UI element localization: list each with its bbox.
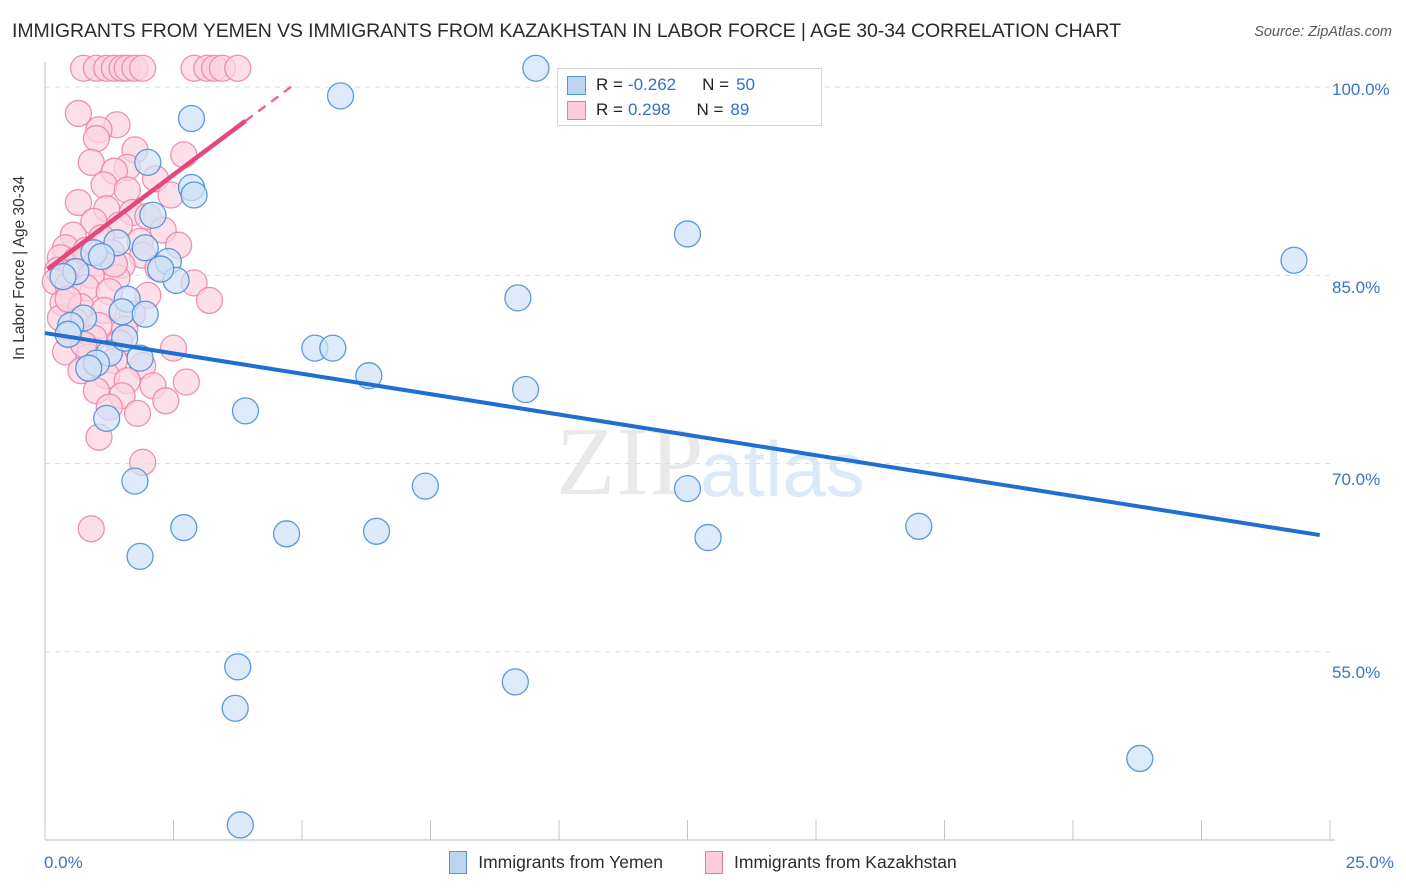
data-point-kazakhstan (159, 334, 188, 362)
trendline-kazakhstan-extension (244, 81, 298, 122)
legend-item-yemen[interactable]: Immigrants from Yemen (449, 851, 663, 874)
data-point-kazakhstan (77, 515, 105, 543)
data-point-yemen (231, 397, 260, 425)
correlation-stats-box: R = -0.262 N = 50 R = 0.298 N = 89 (557, 68, 822, 126)
data-point-yemen (226, 811, 254, 839)
data-point-yemen (326, 82, 355, 110)
data-point-yemen (511, 375, 540, 404)
data-point-yemen (131, 234, 159, 262)
data-point-kazakhstan (172, 368, 201, 396)
data-point-yemen (504, 284, 532, 312)
data-point-yemen (180, 181, 208, 209)
data-point-yemen (673, 474, 702, 503)
n-value-yemen: 50 (736, 75, 755, 94)
data-point-kazakhstan (77, 148, 105, 177)
data-point-yemen (411, 472, 440, 500)
data-point-yemen (272, 520, 301, 548)
series-yemen-points (49, 54, 1308, 839)
r-value-kazakhstan: 0.298 (627, 100, 671, 119)
data-point-kazakhstan (170, 141, 198, 169)
data-point-yemen (362, 517, 391, 545)
y-tick-label-100: 100.0% (1332, 80, 1390, 99)
data-point-yemen (522, 54, 550, 82)
correlation-chart: IMMIGRANTS FROM YEMEN VS IMMIGRANTS FROM… (0, 0, 1406, 892)
plot-area (41, 54, 1335, 841)
n-label-yemen: N = (702, 75, 730, 94)
stats-row-yemen: R = -0.262 N = 50 (567, 73, 755, 97)
data-point-yemen (1280, 246, 1308, 274)
data-point-kazakhstan (82, 124, 111, 153)
data-point-yemen (1126, 744, 1154, 773)
data-point-yemen (221, 694, 249, 722)
data-point-yemen (139, 201, 167, 229)
data-point-kazakhstan (195, 286, 224, 315)
data-point-yemen (126, 542, 154, 571)
legend-label-kazakhstan: Immigrants from Kazakhstan (734, 852, 957, 872)
y-tick-label-85: 85.0% (1332, 278, 1381, 297)
legend-label-yemen: Immigrants from Yemen (478, 852, 664, 872)
data-point-yemen (108, 298, 136, 326)
stats-row-kazakhstan: R = 0.298 N = 89 (567, 98, 749, 122)
data-point-yemen (170, 513, 198, 542)
data-point-kazakhstan (129, 54, 157, 82)
legend-swatch-kazakhstan-icon (705, 851, 724, 874)
data-point-kazakhstan (113, 176, 141, 204)
series-kazakhstan-points (41, 54, 252, 543)
series2-swatch-icon (567, 100, 586, 120)
data-point-yemen (177, 104, 206, 133)
data-point-yemen (75, 354, 103, 382)
trendline-yemen (44, 331, 1321, 538)
data-point-kazakhstan (90, 171, 118, 199)
legend-swatch-yemen-icon (449, 851, 468, 874)
data-point-yemen (694, 523, 722, 552)
r-value-yemen: -0.262 (627, 75, 677, 94)
data-point-kazakhstan (152, 387, 180, 415)
data-point-yemen (93, 404, 121, 433)
data-point-yemen (319, 334, 347, 362)
y-tick-label-55: 55.0% (1332, 663, 1381, 682)
data-point-yemen (131, 300, 159, 328)
data-point-kazakhstan (123, 399, 152, 428)
data-point-yemen (134, 148, 162, 177)
series1-swatch-icon (567, 75, 586, 95)
data-point-yemen (146, 255, 175, 283)
r-label-kazakhstan: R = (596, 100, 623, 119)
data-point-yemen (673, 220, 702, 248)
y-tick-label-70: 70.0% (1332, 470, 1381, 489)
data-point-yemen (501, 668, 529, 696)
data-point-yemen (87, 242, 116, 271)
r-label-yemen: R = (596, 75, 623, 94)
n-value-kazakhstan: 89 (730, 100, 750, 119)
data-point-yemen (224, 653, 252, 681)
data-point-kazakhstan (224, 54, 252, 82)
data-point-yemen (905, 512, 933, 540)
data-point-yemen (121, 467, 149, 495)
chart-legend: Immigrants from Yemen Immigrants from Ka… (0, 851, 1406, 874)
n-label-kazakhstan: N = (696, 100, 724, 119)
data-point-yemen (49, 262, 77, 291)
legend-item-kazakhstan[interactable]: Immigrants from Kazakhstan (705, 851, 957, 874)
